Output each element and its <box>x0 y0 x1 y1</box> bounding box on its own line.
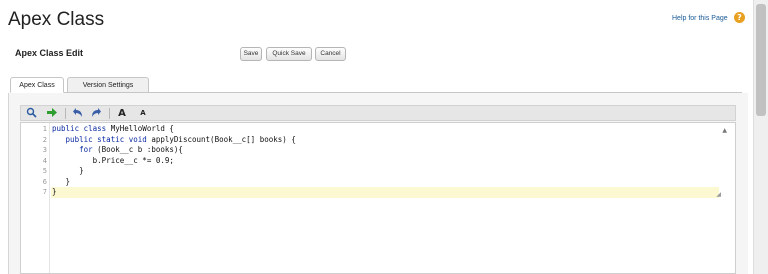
code-editor[interactable]: 1 2 3 4 5 6 7 public class MyHelloWorld … <box>20 122 736 274</box>
question-icon[interactable]: ? <box>734 12 745 23</box>
keyword-token: for <box>79 145 93 154</box>
resize-grip-icon[interactable]: ◢ <box>716 191 721 198</box>
line-number: 7 <box>42 188 47 196</box>
line-number: 3 <box>42 146 47 154</box>
save-button[interactable]: Save <box>240 47 262 61</box>
line-number: 6 <box>42 177 47 186</box>
tab-version-settings[interactable]: Version Settings <box>67 77 149 93</box>
decrease-font-icon[interactable]: A <box>136 107 150 120</box>
go-to-line-arrow-icon[interactable] <box>45 107 59 120</box>
page-scrollbar[interactable] <box>753 0 768 274</box>
code-line: public static void applyDiscount(Book__c… <box>65 134 296 144</box>
keyword-token: static <box>97 134 125 144</box>
line-number: 4 <box>42 156 47 165</box>
keyword-token: void <box>128 134 147 144</box>
line-number: 5 <box>42 167 47 175</box>
keyword-token: class <box>83 124 107 133</box>
help-link[interactable]: Help for this Page <box>672 15 728 22</box>
page-title: Apex Class <box>8 9 105 30</box>
redo-icon[interactable] <box>89 107 103 120</box>
keyword-token: public <box>52 124 80 133</box>
tab-apex-class[interactable]: Apex Class <box>10 77 64 93</box>
code-line: b.Price__c *= 0.9; <box>92 155 174 165</box>
section-title: Apex Class Edit <box>15 48 84 58</box>
search-icon[interactable] <box>24 107 38 120</box>
code-line: } <box>52 187 57 196</box>
quick-save-button[interactable]: Quick Save <box>266 47 312 61</box>
toolbar-separator <box>65 108 66 119</box>
code-line: for (Book__c b :books){ <box>79 145 183 154</box>
increase-font-icon[interactable]: A <box>115 107 129 120</box>
line-number-gutter: 1 2 3 4 5 6 7 <box>21 123 50 273</box>
scroll-up-arrow-icon[interactable]: ▲ <box>722 127 727 134</box>
toolbar-separator <box>109 108 110 119</box>
code-line: } <box>52 176 71 186</box>
line-number: 2 <box>42 135 47 144</box>
code-line: public class MyHelloWorld { <box>52 124 174 133</box>
cancel-button[interactable]: Cancel <box>315 47 346 61</box>
code-line: } <box>52 166 84 175</box>
keyword-token: public <box>65 134 93 144</box>
undo-icon[interactable] <box>71 107 85 120</box>
line-number: 1 <box>42 125 47 133</box>
editor-toolbar: A A <box>20 105 736 121</box>
page-scroll-thumb[interactable] <box>756 4 766 116</box>
